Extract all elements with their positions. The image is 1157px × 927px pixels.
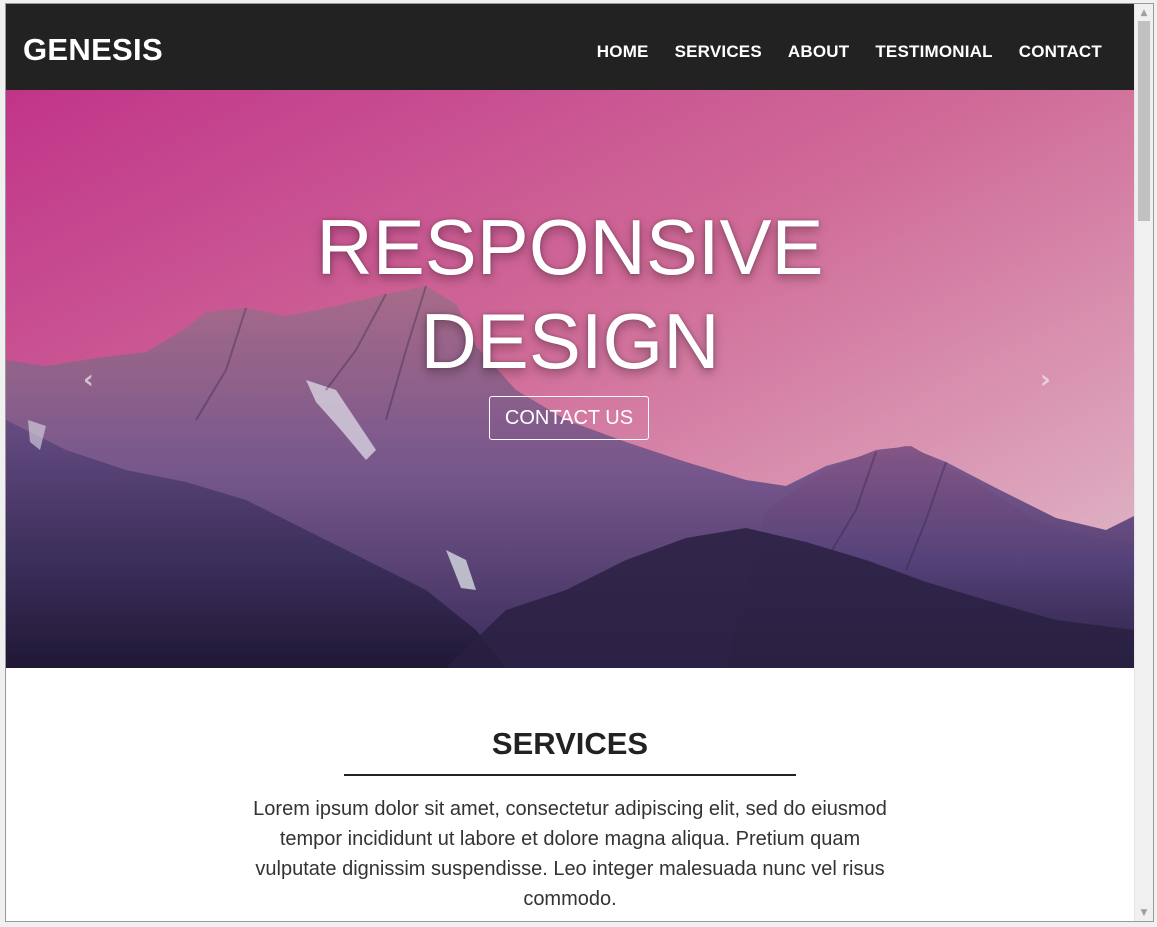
navbar: GENESIS HOME SERVICES ABOUT TESTIMONIAL …: [6, 4, 1134, 90]
brand-logo[interactable]: GENESIS: [23, 32, 163, 68]
nav-link-contact[interactable]: CONTACT: [1019, 42, 1102, 62]
browser-window: GENESIS HOME SERVICES ABOUT TESTIMONIAL …: [5, 3, 1154, 922]
services-divider: [344, 774, 796, 776]
services-heading: SERVICES: [491, 726, 649, 761]
scroll-down-arrow-icon[interactable]: ▼: [1135, 904, 1153, 921]
services-description: Lorem ipsum dolor sit amet, consectetur …: [253, 798, 887, 910]
services-section: SERVICES Lorem ipsum dolor sit amet, con…: [6, 668, 1134, 921]
page-viewport: GENESIS HOME SERVICES ABOUT TESTIMONIAL …: [6, 4, 1134, 921]
hero-title-line1: RESPONSIVE: [316, 203, 824, 291]
scroll-up-arrow-icon[interactable]: ▲: [1135, 4, 1153, 21]
contact-us-button[interactable]: CONTACT US: [489, 396, 649, 440]
vertical-scrollbar[interactable]: ▲ ▼: [1134, 4, 1153, 921]
nav-link-about[interactable]: ABOUT: [788, 42, 849, 62]
nav-link-home[interactable]: HOME: [597, 42, 649, 62]
nav-link-testimonial[interactable]: TESTIMONIAL: [875, 42, 992, 62]
hero-carousel: ‹ › RESPONSIVE DESIGN CONTACT US: [6, 90, 1134, 668]
hero-title-line2: DESIGN: [420, 297, 720, 385]
nav-link-services[interactable]: SERVICES: [675, 42, 762, 62]
nav-links: HOME SERVICES ABOUT TESTIMONIAL CONTACT: [597, 42, 1102, 62]
scrollbar-thumb[interactable]: [1138, 21, 1150, 221]
